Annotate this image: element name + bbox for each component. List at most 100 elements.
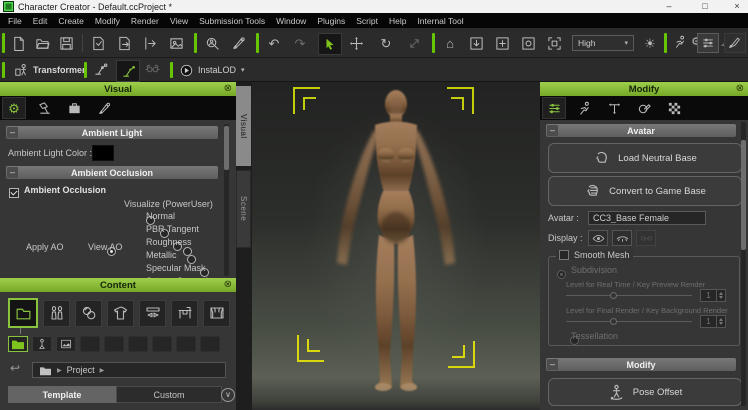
center-view-button[interactable] [494,35,510,51]
close-button[interactable]: × [726,0,748,13]
render-image-button[interactable] [168,35,184,51]
spinner-arrows[interactable] [716,316,725,327]
breadcrumb[interactable]: ▶ Project ▶ [32,362,226,378]
modify-panel-scrollbar[interactable] [741,122,746,406]
slider-knob[interactable] [610,292,617,299]
rotate-tool-button[interactable]: ↻ [378,35,394,51]
category-cloth[interactable] [107,300,134,327]
ambient-light-color-swatch[interactable] [92,145,114,161]
menu-modify[interactable]: Modify [95,16,120,26]
category-project[interactable] [8,298,38,328]
menu-view[interactable]: View [170,16,188,26]
collapse-icon[interactable]: – [7,167,18,178]
category-accessory[interactable] [139,300,166,327]
tab-custom[interactable]: Custom [116,386,222,403]
realtime-level-spinner[interactable]: 1 [700,289,726,302]
dock-tab-visual[interactable]: Visual [236,86,251,166]
menu-help[interactable]: Help [389,16,406,26]
import-button[interactable] [90,35,106,51]
category-actor[interactable] [43,300,70,327]
scale-tool-button[interactable] [406,35,422,51]
collapse-icon[interactable]: – [547,125,558,136]
move-tool-button[interactable] [348,35,364,51]
vr-goggles-button[interactable] [144,61,160,77]
tab-shadow[interactable] [62,97,86,119]
final-level-spinner[interactable]: 1 [700,315,726,328]
tab-material[interactable] [632,97,656,119]
tab-lighting[interactable] [32,97,56,119]
link-display-button[interactable] [636,230,656,246]
export-button[interactable] [116,35,132,51]
tab-animation[interactable] [572,97,596,119]
camera-view-button[interactable] [520,35,536,51]
scrollbar-thumb[interactable] [224,126,229,170]
preferences-button[interactable] [697,33,719,53]
content-panel-header[interactable]: Content ⊗ [0,278,236,292]
zoom-region-button[interactable] [546,35,562,51]
subfolder-scene[interactable] [56,336,76,352]
modify-panel-header[interactable]: Modify ⊗ [540,82,748,96]
export-fbx-button[interactable] [142,35,158,51]
menu-plugins[interactable]: Plugins [317,16,345,26]
scrollbar-thumb[interactable] [741,140,746,250]
open-project-button[interactable] [34,35,50,51]
close-icon[interactable]: ⊗ [224,82,232,96]
category-material[interactable] [75,300,102,327]
instalod-button[interactable]: InstaLOD ▾ [180,61,245,79]
ambient-occlusion-checkbox[interactable] [9,188,19,198]
new-project-button[interactable] [10,35,26,51]
quality-dropdown[interactable]: High ▾ [572,35,634,51]
ambient-light-section[interactable]: – Ambient Light [6,126,218,139]
undo-button[interactable]: ↶ [266,35,282,51]
edit-motion-button[interactable] [116,60,140,82]
menu-script[interactable]: Script [356,16,378,26]
redo-button[interactable]: ↷ [292,35,308,51]
tab-camera[interactable] [92,97,116,119]
save-project-button[interactable] [58,35,74,51]
close-icon[interactable]: ⊗ [224,278,232,292]
subfolder-all[interactable] [8,336,28,352]
menu-submission-tools[interactable]: Submission Tools [199,16,265,26]
category-stage[interactable] [203,300,230,327]
pose-tool-button[interactable] [230,35,246,51]
tab-template[interactable]: Template [8,386,116,403]
menu-internal-tool[interactable]: Internal Tool [417,16,463,26]
expand-chevron-button[interactable]: ∨ [221,388,235,402]
load-neutral-base-button[interactable]: Load Neutral Base [548,143,742,173]
modify-section[interactable]: – Modify [546,358,736,371]
menu-file[interactable]: File [8,16,22,26]
tab-transform[interactable] [602,97,626,119]
transformer-button[interactable]: Transformer [14,61,86,79]
tab-texture[interactable] [662,97,686,119]
realtime-level-slider[interactable] [566,291,692,300]
tab-render-settings[interactable]: ⚙ [2,97,26,119]
close-icon[interactable]: ⊗ [736,82,744,96]
final-level-slider[interactable] [566,317,692,326]
ibl-character-button[interactable] [672,34,688,50]
menu-create[interactable]: Create [58,16,84,26]
convert-to-game-base-button[interactable]: Convert to Game Base [548,176,742,206]
lighting-button[interactable]: ☀ [642,35,658,51]
dock-tab-scene[interactable]: Scene [236,170,251,248]
show-eyelash-button[interactable] [612,230,632,246]
avatar-name-field[interactable] [588,211,706,225]
viewport-3d[interactable] [252,82,540,410]
smooth-mesh-toggle[interactable]: Smooth Mesh [556,250,633,260]
ambient-occlusion-section[interactable]: – Ambient Occlusion [6,166,218,179]
frame-selected-button[interactable] [468,35,484,51]
smooth-mesh-checkbox[interactable] [559,250,569,260]
subfolder-avatar[interactable] [32,336,52,352]
collapse-icon[interactable]: – [7,127,18,138]
visual-panel-scrollbar[interactable] [224,124,229,276]
breadcrumb-project[interactable]: Project [67,365,95,375]
select-tool-button[interactable] [318,33,342,55]
preview-character-button[interactable] [204,35,220,51]
show-eye-button[interactable] [588,230,608,246]
spinner-arrows[interactable] [716,290,725,301]
home-view-button[interactable]: ⌂ [442,35,458,51]
category-prop[interactable] [171,300,198,327]
avatar-section[interactable]: – Avatar [546,124,736,137]
slider-knob[interactable] [610,318,617,325]
menu-edit[interactable]: Edit [33,16,48,26]
visual-panel-header[interactable]: Visual ⊗ [0,82,236,96]
